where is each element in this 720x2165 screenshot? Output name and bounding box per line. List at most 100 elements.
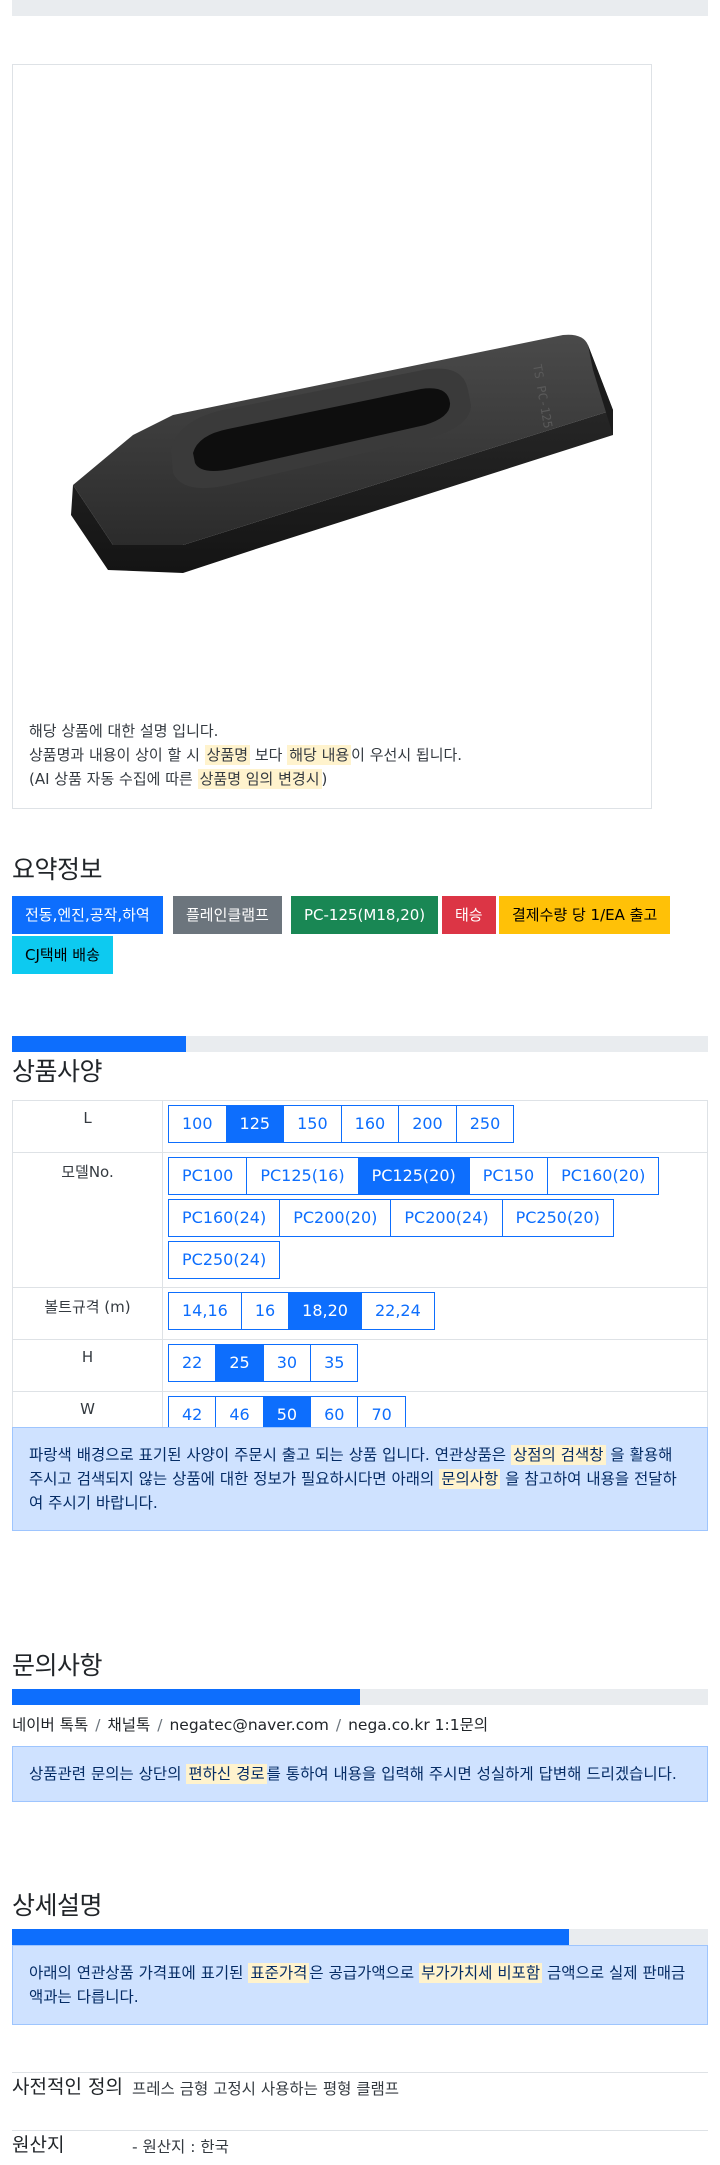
tag-model[interactable]: PC-125(M18,20) [291, 896, 439, 934]
notice-text: 파랑색 배경으로 표기된 사양이 주문시 출고 되는 상품 입니다. 연관상품은 [29, 1446, 511, 1464]
desc-text: 보다 [250, 746, 288, 764]
spec-options: 14,16 16 18,20 22,24 [162, 1287, 708, 1340]
highlight-content: 해당 내용 [287, 745, 352, 765]
spec-option-button[interactable]: 125 [225, 1105, 285, 1143]
spec-label: 모델No. [12, 1152, 163, 1288]
desc-line-2: 상품명과 내용이 상이 할 시 상품명 보다 해당 내용 이 우선시 됩니다. [29, 743, 462, 767]
spec-option-button[interactable]: 14,16 [168, 1292, 242, 1330]
detail-value-definition: 프레스 금형 고정시 사용하는 평형 클램프 [132, 2072, 708, 2131]
desc-text: 상품명과 내용이 상이 할 시 [29, 746, 205, 764]
detail-label-definition: 사전적인 정의 [12, 2072, 132, 2131]
spec-row: L 100 125 150 160 200 250 [12, 1100, 708, 1153]
spec-option-button[interactable]: PC160(20) [547, 1157, 660, 1195]
highlight-vat: 부가가치세 비포함 [419, 1963, 543, 1983]
tag-category[interactable]: 전동,엔진,공작,하역 [12, 896, 163, 934]
contact-breadcrumb: 네이버 톡톡 / 채널톡 / negatec@naver.com / nega.co.kr … [12, 1713, 488, 1735]
separator: / [95, 1716, 101, 1734]
option-group: 14,16 16 18,20 22,24 [168, 1292, 702, 1334]
spec-options: 22 25 30 35 [162, 1339, 708, 1392]
spec-row: H 22 25 30 35 [12, 1339, 708, 1392]
detail-value-origin: - 원산지 : 한국 [132, 2130, 708, 2165]
spec-notice: 파랑색 배경으로 표기된 사양이 주문시 출고 되는 상품 입니다. 연관상품은… [12, 1427, 708, 1531]
detail-label-origin: 원산지 [12, 2130, 132, 2165]
product-image: TS PC-125 [71, 334, 613, 573]
inquiry-notice: 상품관련 문의는 상단의 편하신 경로 를 통하여 내용을 입력해 주시면 성실하… [12, 1746, 708, 1802]
contact-naver-talk[interactable]: 네이버 톡톡 [12, 1716, 88, 1734]
spec-option-button[interactable]: PC125(16) [246, 1157, 359, 1195]
summary-title: 요약정보 [12, 855, 103, 884]
spec-progress-fill [12, 1036, 186, 1052]
notice-text: 상품관련 문의는 상단의 [29, 1765, 187, 1783]
spec-label: 볼트규격 (m) [12, 1287, 163, 1340]
spec-progress-bar [12, 1036, 708, 1052]
tag-shipping[interactable]: CJ택배 배송 [12, 936, 113, 974]
detail-title: 상세설명 [12, 1891, 103, 1920]
contact-website[interactable]: nega.co.kr 1:1문의 [348, 1716, 488, 1734]
contact-channel-talk[interactable]: 채널톡 [107, 1716, 150, 1734]
desc-line-3: (AI 상품 자동 수집에 따른 상품명 임의 변경시) [29, 767, 462, 791]
detail-row-definition: 사전적인 정의 프레스 금형 고정시 사용하는 평형 클램프 [12, 2072, 708, 2131]
spec-option-button[interactable]: PC250(20) [501, 1199, 614, 1237]
tag-brand[interactable]: 태승 [442, 896, 496, 934]
option-group: PC100 PC125(16) PC125(20) PC150 PC160(20) PC1… [168, 1157, 702, 1283]
spec-label: H [12, 1339, 163, 1392]
spec-title: 상품사양 [12, 1057, 103, 1086]
spec-option-button[interactable]: PC125(20) [357, 1157, 470, 1195]
spec-option-button[interactable]: 16 [240, 1292, 290, 1330]
tag-type[interactable]: 플레인클램프 [173, 896, 282, 934]
spec-option-button[interactable]: PC150 [468, 1157, 549, 1195]
spec-option-button[interactable]: PC100 [168, 1157, 248, 1195]
top-progress-bar [12, 0, 708, 16]
spec-option-button[interactable]: 25 [215, 1344, 264, 1382]
spec-row: 볼트규격 (m) 14,16 16 18,20 22,24 [12, 1287, 708, 1340]
spec-option-button[interactable]: 35 [310, 1344, 359, 1382]
spec-option-button[interactable]: 160 [340, 1105, 400, 1143]
spec-option-button[interactable]: 100 [168, 1105, 227, 1143]
highlight-standard-price: 표준가격 [248, 1963, 310, 1983]
detail-progress-fill [12, 1929, 569, 1945]
spec-option-button[interactable]: PC160(24) [168, 1199, 281, 1237]
spec-option-button[interactable]: 18,20 [288, 1292, 362, 1330]
spec-row: 모델No. PC100 PC125(16) PC125(20) PC150 PC160(2… [12, 1152, 708, 1288]
notice-text: 은 공급가액으로 [309, 1964, 420, 1982]
spec-option-button[interactable]: PC200(24) [390, 1199, 503, 1237]
product-description: 해당 상품에 대한 설명 입니다. 상품명과 내용이 상이 할 시 상품명 보다… [29, 719, 462, 791]
spec-options: 100 125 150 160 200 250 [162, 1100, 708, 1153]
desc-text: (AI 상품 자동 수집에 따른 [29, 770, 198, 788]
tag-quantity[interactable]: 결제수량 당 1/EA 출고 [499, 896, 671, 934]
detail-info-table: 사전적인 정의 프레스 금형 고정시 사용하는 평형 클램프 원산지 - 원산지… [12, 2072, 708, 2165]
spec-option-button[interactable]: 22,24 [360, 1292, 435, 1330]
spec-options: PC100 PC125(16) PC125(20) PC150 PC160(20) PC1… [162, 1152, 708, 1288]
detail-progress-bar [12, 1929, 708, 1945]
inquiry-progress-fill [12, 1689, 360, 1705]
separator: / [157, 1716, 163, 1734]
notice-text: 아래의 연관상품 가격표에 표기된 [29, 1964, 249, 1982]
highlight-route: 편하신 경로 [186, 1764, 267, 1784]
detail-row-origin: 원산지 - 원산지 : 한국 [12, 2130, 708, 2165]
highlight-search: 상점의 검색창 [511, 1445, 606, 1465]
separator: / [335, 1716, 342, 1734]
option-group: 22 25 30 35 [168, 1344, 702, 1386]
spec-option-button[interactable]: 30 [262, 1344, 312, 1382]
desc-text: 이 우선시 됩니다. [351, 746, 463, 764]
spec-option-button[interactable]: PC250(24) [168, 1241, 281, 1279]
option-group: 100 125 150 160 200 250 [168, 1105, 702, 1147]
contact-email[interactable]: negatec@naver.com [169, 1716, 328, 1734]
spec-label: L [12, 1100, 163, 1153]
spec-table: L 100 125 150 160 200 250 모델No. PC100 PC125(16) PC… [12, 1100, 708, 1444]
spec-option-button[interactable]: 150 [283, 1105, 342, 1143]
notice-text: 를 통하여 내용을 입력해 주시면 성실하게 답변해 드리겠습니다. [266, 1765, 677, 1783]
highlight-name-change: 상품명 임의 변경시 [197, 769, 322, 789]
product-card: TS PC-125 해당 상품에 대한 설명 입니다. 상품명과 내용이 상이 … [12, 64, 652, 809]
inquiry-progress-bar [12, 1689, 708, 1705]
highlight-product-name: 상품명 [204, 745, 251, 765]
spec-option-button[interactable]: PC200(20) [279, 1199, 392, 1237]
desc-line-1: 해당 상품에 대한 설명 입니다. [29, 722, 219, 740]
spec-option-button[interactable]: 22 [168, 1344, 217, 1382]
highlight-inquiry: 문의사항 [439, 1469, 501, 1489]
spec-option-button[interactable]: 200 [398, 1105, 457, 1143]
desc-text: ) [321, 770, 328, 788]
inquiry-title: 문의사항 [12, 1651, 103, 1680]
detail-notice: 아래의 연관상품 가격표에 표기된 표준가격 은 공급가액으로 부가가치세 비포함… [12, 1945, 708, 2025]
spec-option-button[interactable]: 250 [455, 1105, 515, 1143]
